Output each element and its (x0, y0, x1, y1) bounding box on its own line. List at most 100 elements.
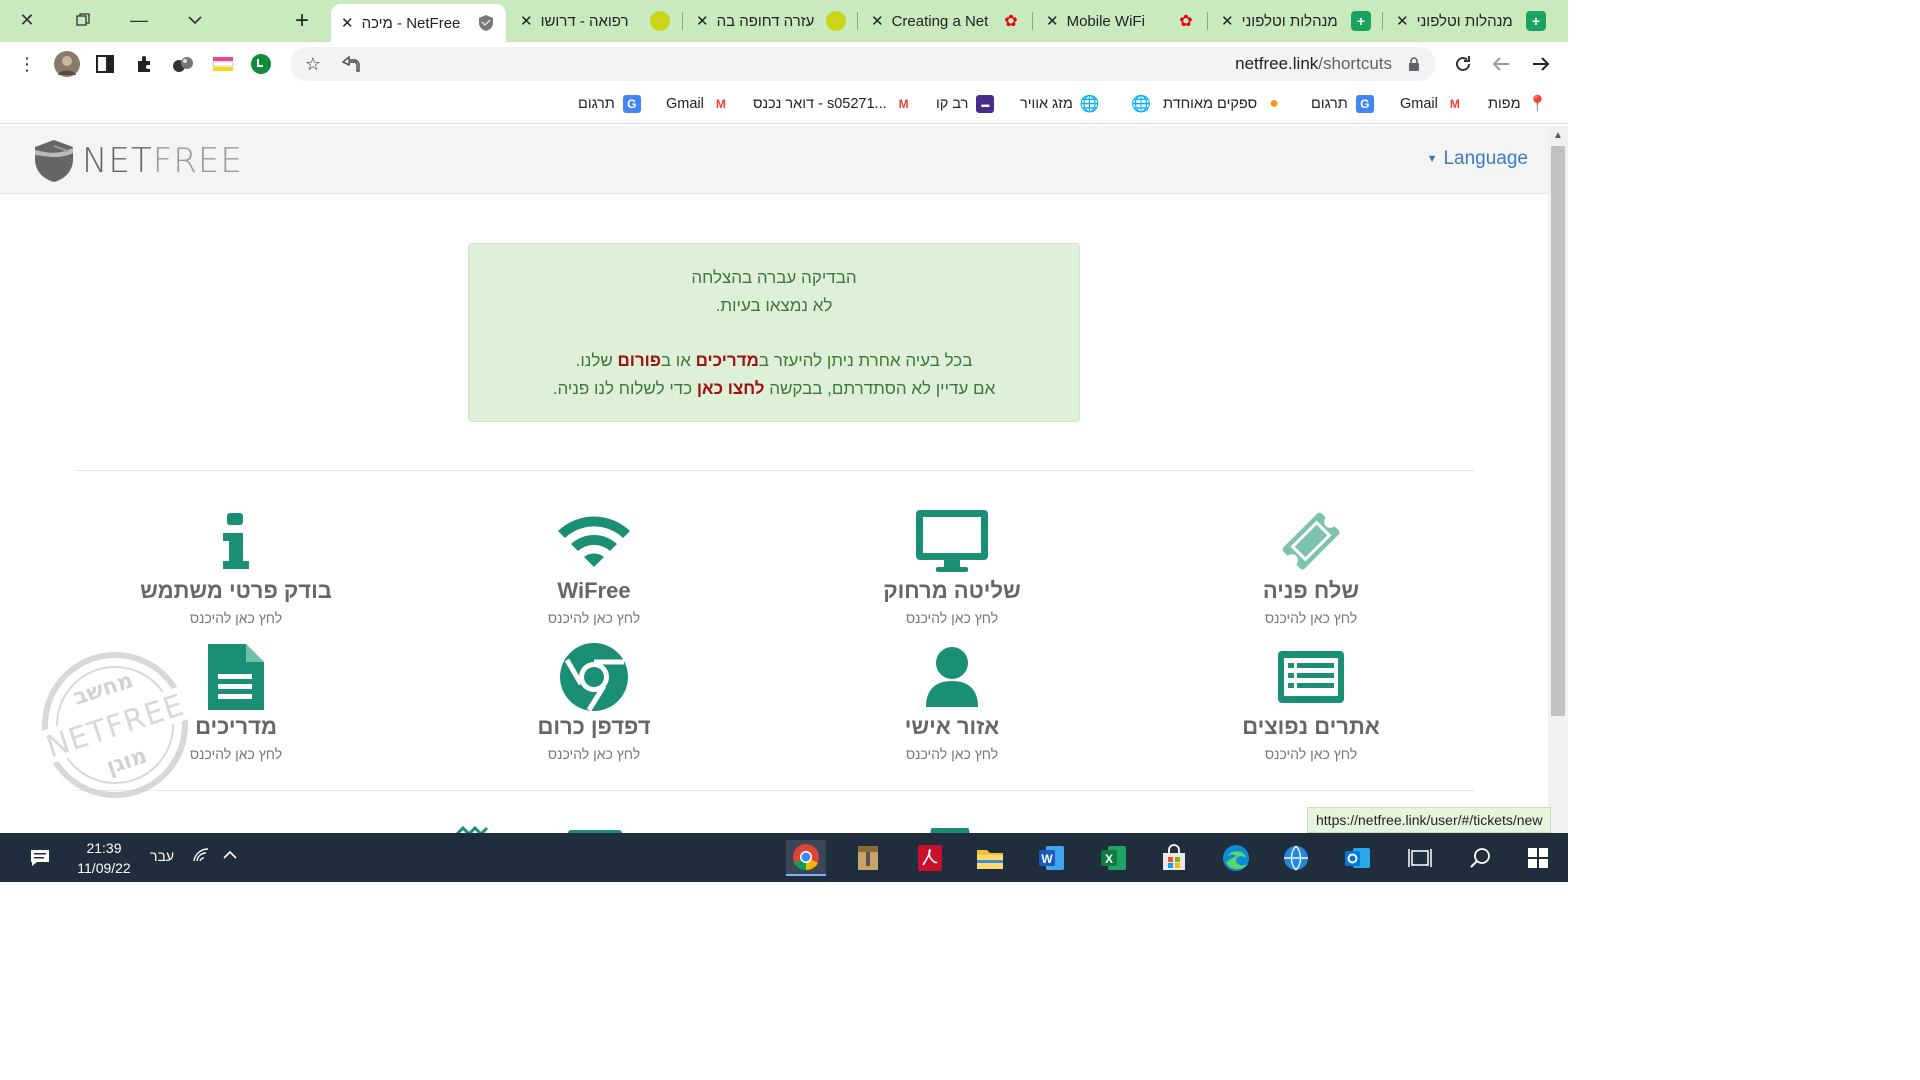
extension-green-icon[interactable] (248, 51, 274, 77)
forum-link[interactable]: פורום (618, 351, 661, 370)
taskbar-word[interactable]: W (1032, 840, 1072, 876)
address-bar[interactable]: ☆ netfree.link/shortcuts (290, 47, 1436, 81)
restore-window-button[interactable] (68, 6, 98, 34)
search-icon[interactable] (1460, 840, 1500, 876)
shortcut-personal-area[interactable]: אזור אישי לחץ כאן להיכנס (822, 642, 1082, 762)
netfree-page: NETFREE ▼ Language הבדיקה עברה בהצלחה לא… (0, 126, 1548, 833)
more-menu-icon[interactable]: ⋮ (14, 51, 40, 77)
close-tab-icon[interactable]: ✕ (1046, 12, 1059, 30)
bookmark-label: תרגום (578, 96, 615, 112)
tab-mobile-wifi[interactable]: ✕ Mobile WiFi ✿ (1036, 4, 1206, 38)
shortcut-remote-control[interactable]: שליטה מרחוק לחץ כאן להיכנס (822, 506, 1082, 626)
tab-ezra[interactable]: ✕ עזרה דחופה בה (686, 4, 856, 38)
close-window-button[interactable]: ✕ (12, 6, 42, 34)
lock-icon[interactable] (1408, 57, 1420, 71)
start-button[interactable] (1518, 840, 1558, 876)
taskbar-store[interactable] (1154, 840, 1194, 876)
new-tab-button[interactable]: + (288, 7, 316, 35)
scroll-thumb[interactable] (1551, 146, 1565, 716)
share-icon[interactable] (338, 51, 364, 77)
shortcut-subtitle: לחץ כאן להיכנס (189, 610, 283, 626)
bookmark-maps[interactable]: מפות 📍 (1488, 93, 1548, 115)
wifi-status-icon[interactable] (192, 847, 210, 868)
bookmark-label: Gmail (1400, 96, 1438, 112)
shortcut-title: דפדפן כרום (537, 714, 651, 739)
site-header: NETFREE ▼ Language (0, 126, 1548, 194)
shortcut-popular-sites[interactable]: אתרים נפוצים לחץ כאן להיכנס (1181, 642, 1441, 762)
side-panel-icon[interactable] (92, 51, 118, 77)
bookmark-suppliers[interactable]: ספקים מאוחדת ● (1163, 93, 1283, 115)
bookmark-globe[interactable]: 🌐 (1124, 93, 1151, 115)
taskbar-globe-app[interactable] (1276, 840, 1316, 876)
close-tab-icon[interactable]: ✕ (1221, 12, 1234, 30)
bookmark-ravkav[interactable]: רב קו ▬ (936, 93, 995, 115)
system-clock[interactable]: 21:39 11/09/22 (68, 838, 140, 878)
extension-colorful-icon[interactable] (210, 51, 236, 77)
tab-minhalot-2[interactable]: ✕ מנהלות וטלפוני + (1211, 4, 1381, 38)
bookmark-gmail-2[interactable]: Gmail M (666, 93, 730, 115)
user-icon (926, 647, 978, 707)
alert-gap (469, 320, 1079, 347)
orange-bookmark-icon: ● (1269, 95, 1279, 112)
bookmark-gmail[interactable]: Gmail M (1400, 93, 1464, 115)
taskbar-archive[interactable] (848, 840, 888, 876)
profile-avatar[interactable] (54, 51, 80, 77)
tab-title: עזרה דחופה בה (716, 12, 815, 30)
bookmark-weather[interactable]: מזג אוויר 🌐 (1020, 93, 1100, 115)
shortcut-subtitle: לחץ כאן להיכנס (547, 746, 641, 762)
extensions-icon[interactable] (132, 51, 158, 77)
bookmark-inbox[interactable]: דואר נכנס - s05271... M (753, 93, 913, 115)
tab-title: Creating a Net (891, 12, 989, 30)
taskbar-edge[interactable] (1216, 840, 1256, 876)
wifi-icon (558, 516, 630, 567)
minimize-window-button[interactable]: — (124, 6, 154, 34)
shortcut-subtitle: לחץ כאן להיכנס (905, 746, 999, 762)
guides-link[interactable]: מדריכים (696, 351, 759, 370)
extension-balls-icon[interactable] (170, 51, 196, 77)
task-view-icon[interactable] (1400, 840, 1440, 876)
close-tab-icon[interactable]: ✕ (341, 14, 354, 32)
bookmark-translate-2[interactable]: תרגום G (578, 93, 641, 115)
back-icon[interactable] (1528, 51, 1554, 77)
bookmark-translate[interactable]: תרגום G (1311, 93, 1374, 115)
tab-minhalot-1[interactable]: ✕ מנהלות וטלפוני + (1386, 4, 1556, 38)
reload-icon[interactable] (1450, 51, 1476, 77)
taskbar-file-explorer[interactable] (970, 840, 1010, 876)
url-text[interactable]: netfree.link/shortcuts (1235, 54, 1392, 74)
bookmarks-bar: תרגום G Gmail M דואר נכנס - s05271... M … (0, 86, 1568, 124)
chrome-icon (560, 643, 628, 712)
svg-text:W: W (1041, 852, 1053, 866)
input-language-indicator[interactable]: עבר (150, 848, 174, 864)
tab-netfree[interactable]: ✕ NetFree - מיכה (331, 4, 506, 42)
acrobat-app-icon (918, 845, 942, 871)
tab-creating-net[interactable]: ✕ Creating a Net ✿ (861, 4, 1031, 38)
close-tab-icon[interactable]: ✕ (520, 12, 533, 30)
notifications-icon[interactable] (20, 840, 60, 876)
tab-refua[interactable]: ✕ רפואה - דרושו (510, 4, 680, 38)
close-tab-icon[interactable]: ✕ (1396, 12, 1409, 30)
alert-text: בכל בעיה אחרת ניתן להיעזר ב (758, 351, 973, 370)
taskbar-acrobat[interactable] (910, 840, 950, 876)
close-tab-icon[interactable]: ✕ (696, 12, 709, 30)
tray-chevron-up-icon[interactable] (222, 847, 238, 865)
taskbar-chrome[interactable] (786, 840, 826, 876)
shortcut-user-checker[interactable]: בודק פרטי משתמש לחץ כאן להיכנס (106, 506, 366, 626)
language-dropdown[interactable]: ▼ Language (1427, 148, 1528, 170)
taskbar-excel[interactable]: X (1094, 840, 1134, 876)
page-scrollbar[interactable]: ▲ (1548, 126, 1568, 833)
browser-toolbar: ⋮ ☆ netfree.link/shortcuts (0, 42, 1568, 86)
forward-icon[interactable] (1488, 51, 1514, 77)
scroll-up-icon[interactable]: ▲ (1553, 130, 1563, 141)
click-here-link[interactable]: לחצו כאן (697, 379, 765, 398)
close-tab-icon[interactable]: ✕ (871, 12, 884, 30)
shortcut-wifree[interactable]: WiFree לחץ כאן להיכנס (464, 506, 724, 626)
success-alert: הבדיקה עברה בהצלחה לא נמצאו בעיות. בכל ב… (468, 243, 1080, 422)
tab-separator (1382, 12, 1383, 30)
shortcut-send-ticket[interactable]: שלח פניה לחץ כאן להיכנס (1181, 506, 1441, 626)
star-icon[interactable]: ☆ (300, 51, 326, 77)
tab-search-button[interactable] (180, 6, 210, 34)
taskbar-outlook[interactable] (1338, 840, 1378, 876)
shortcut-chrome-browser[interactable]: דפדפן כרום לחץ כאן להיכנס (464, 642, 724, 762)
netfree-logo[interactable]: NETFREE (32, 138, 243, 184)
language-label: Language (1443, 148, 1528, 169)
